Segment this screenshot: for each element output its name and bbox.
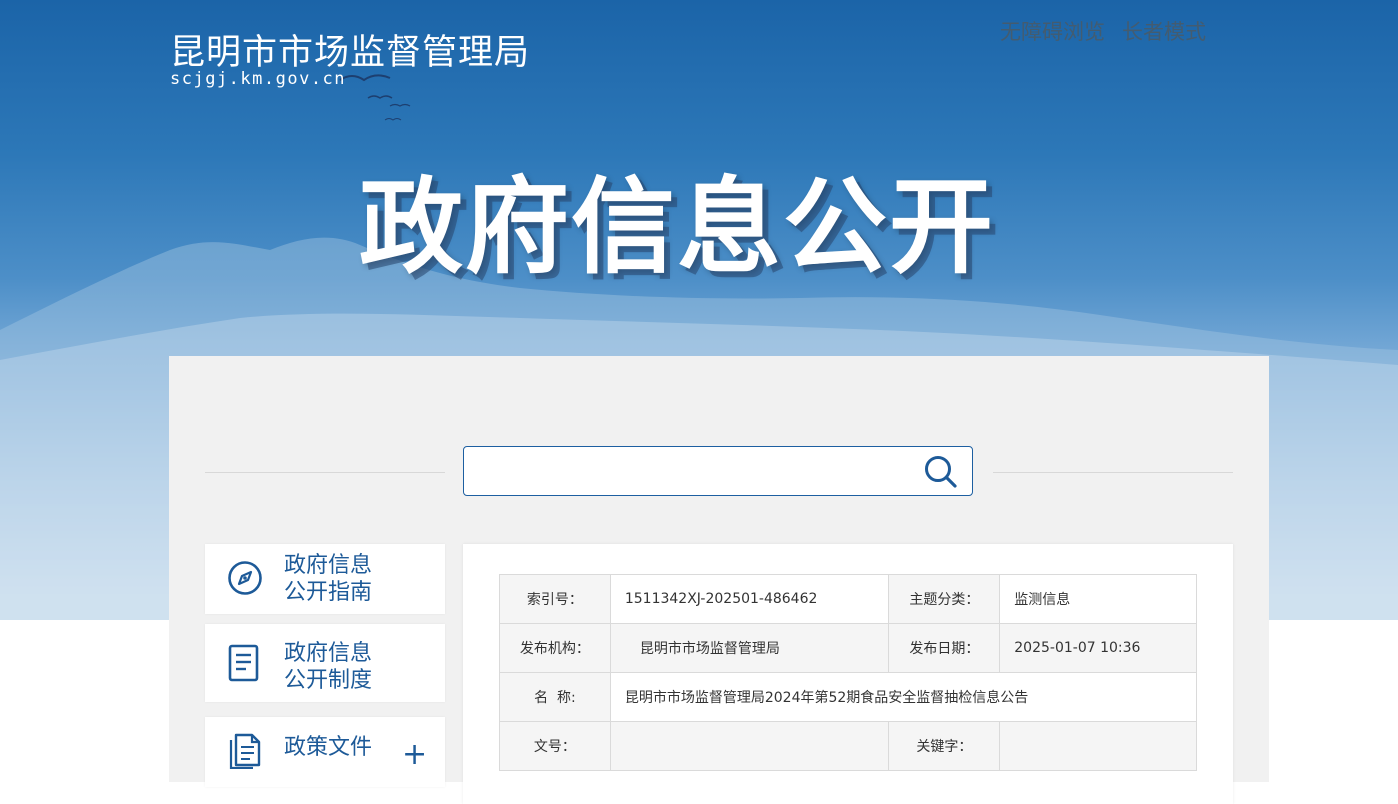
site-domain: scjgj.km.gov.cn <box>170 69 347 89</box>
search-icon[interactable] <box>924 455 958 489</box>
docno-value <box>609 721 890 771</box>
divider-left <box>205 472 445 473</box>
sidebar-item-label: 政策文件 <box>284 735 373 760</box>
table-row: 发布机构： 昆明市市场监督管理局 发布日期： 2025-01-07 10:36 <box>499 623 1197 673</box>
sidebar-item-label: 政府信息 公开指南 <box>284 553 373 605</box>
content-panel: 政府信息 公开指南 政府信息 公开制度 政策文件 + 索引号： 1511342X… <box>169 356 1269 804</box>
search-box <box>463 446 973 496</box>
docno-label: 文号： <box>499 721 611 771</box>
date-value: 2025-01-07 10:36 <box>999 623 1197 673</box>
table-row: 索引号： 1511342XJ-202501-486462 主题分类： 监测信息 <box>499 574 1197 624</box>
publisher-label: 发布机构： <box>499 623 611 673</box>
sidebar-item-label: 政府信息 公开制度 <box>284 641 373 693</box>
site-title[interactable]: 昆明市市场监督管理局 <box>170 24 530 75</box>
info-card: 索引号： 1511342XJ-202501-486462 主题分类： 监测信息 … <box>463 544 1233 804</box>
expand-icon[interactable]: + <box>402 740 427 770</box>
table-row: 名 称: 昆明市市场监督管理局2024年第52期食品安全监督抽检信息公告 <box>499 672 1198 722</box>
index-value: 1511342XJ-202501-486462 <box>609 574 890 624</box>
accessibility-link[interactable]: 无障碍浏览 <box>1000 16 1105 46</box>
elder-mode-link[interactable]: 长者模式 <box>1122 16 1206 46</box>
sidebar-item-system[interactable]: 政府信息 公开制度 <box>205 624 445 702</box>
name-label: 名 称: <box>499 672 611 722</box>
divider-right <box>993 472 1233 473</box>
keyword-label: 关键字： <box>888 721 1001 771</box>
top-links: 无障碍浏览 长者模式 <box>1000 16 1206 46</box>
topic-label: 主题分类： <box>888 574 1001 624</box>
sidebar-item-policy[interactable]: 政策文件 + <box>205 717 445 787</box>
hero-title: 政府信息公开 <box>358 166 995 288</box>
topic-value: 监测信息 <box>999 574 1197 624</box>
publisher-value: 昆明市市场监督管理局 <box>609 623 890 673</box>
sidebar-item-guide[interactable]: 政府信息 公开指南 <box>205 544 445 614</box>
index-label: 索引号： <box>499 574 611 624</box>
table-row: 文号： 关键字： <box>499 721 1197 771</box>
document-icon <box>228 644 259 682</box>
files-icon <box>229 733 261 769</box>
keyword-value <box>999 721 1197 771</box>
compass-icon <box>228 561 262 595</box>
name-value: 昆明市市场监督管理局2024年第52期食品安全监督抽检信息公告 <box>609 672 1198 722</box>
metadata-table: 索引号： 1511342XJ-202501-486462 主题分类： 监测信息 … <box>499 574 1198 771</box>
date-label: 发布日期： <box>888 623 1001 673</box>
search-input[interactable] <box>476 447 920 495</box>
